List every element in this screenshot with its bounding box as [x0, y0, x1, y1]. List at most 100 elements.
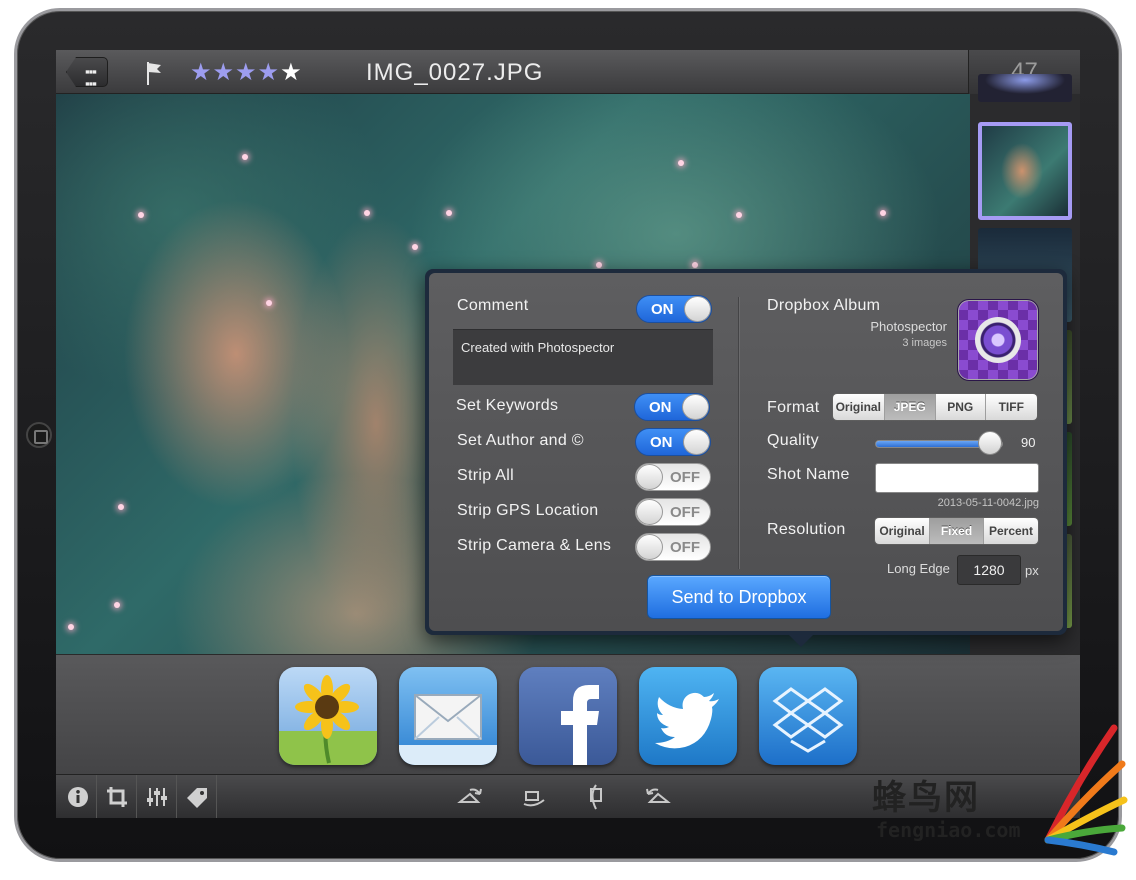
toolbar-separator	[136, 775, 137, 818]
popover-body: Comment ON Created with Photospector Set…	[429, 273, 1063, 631]
toggle-state: ON	[650, 434, 673, 451]
shot-name-label: Shot Name	[767, 466, 850, 483]
watermark-brand: 蜂鸟网	[872, 779, 980, 817]
rotate-right-icon[interactable]	[640, 781, 676, 813]
info-icon[interactable]	[60, 781, 96, 813]
format-option-tiff[interactable]: TIFF	[985, 394, 1037, 420]
toggle-state: ON	[651, 301, 674, 318]
toggle-knob	[636, 534, 663, 560]
shot-name-input[interactable]	[875, 463, 1039, 493]
quality-slider-fill	[876, 441, 992, 447]
flip-horizontal-icon[interactable]	[516, 781, 552, 813]
resolution-segmented-control[interactable]: Original Fixed Percent	[874, 517, 1039, 545]
quality-slider-knob[interactable]	[978, 431, 1003, 455]
comment-toggle[interactable]: ON	[636, 295, 712, 323]
strip-all-label: Strip All	[457, 467, 514, 484]
watermark-site: fengniao.com	[876, 818, 1021, 842]
toggle-knob	[684, 296, 711, 322]
toggle-knob	[636, 464, 663, 490]
popover-divider	[738, 297, 740, 569]
strip-camera-toggle[interactable]: OFF	[635, 533, 711, 561]
strip-camera-label: Strip Camera & Lens	[457, 537, 612, 554]
grid-view-button[interactable]: ▪▪▪▪▪▪▪▪▪	[66, 57, 108, 87]
strip-all-toggle[interactable]: OFF	[635, 463, 711, 491]
resolution-option-percent[interactable]: Percent	[984, 518, 1038, 544]
send-to-dropbox-button[interactable]: Send to Dropbox	[647, 575, 831, 619]
photo-star	[692, 262, 698, 268]
toggle-knob	[683, 429, 710, 455]
toolbar-separator	[96, 775, 97, 818]
thumbnail[interactable]	[978, 74, 1072, 102]
photo-star	[446, 210, 452, 216]
thumbnail-selected[interactable]	[978, 122, 1072, 220]
album-count: 3 images	[902, 337, 947, 349]
comment-label: Comment	[457, 297, 529, 314]
set-author-label: Set Author and ©	[457, 432, 584, 449]
photo-filename: IMG_0027.JPG	[366, 59, 544, 86]
photo-star	[736, 212, 742, 218]
toolbar-separator	[176, 775, 177, 818]
watermark-logo	[1044, 724, 1128, 856]
resolution-label: Resolution	[767, 521, 846, 538]
set-keywords-label: Set Keywords	[456, 397, 559, 414]
star-rating[interactable]: ★★★★★	[190, 58, 303, 87]
rating-empty-star[interactable]: ★	[280, 59, 303, 86]
tag-icon[interactable]	[179, 781, 215, 813]
photo-star	[138, 212, 144, 218]
format-option-png[interactable]: PNG	[936, 394, 986, 420]
toggle-state: OFF	[670, 539, 700, 556]
dropbox-icon[interactable]	[759, 667, 857, 765]
photo-star	[242, 154, 248, 160]
format-label: Format	[767, 399, 820, 416]
photo-star	[114, 602, 120, 608]
album-app-icon[interactable]	[957, 299, 1039, 381]
photos-icon[interactable]	[279, 667, 377, 765]
popover-arrow	[787, 633, 815, 647]
quality-value: 90	[1021, 435, 1036, 450]
quality-label: Quality	[767, 432, 819, 449]
dropbox-export-popover: Comment ON Created with Photospector Set…	[425, 269, 1067, 635]
resolution-option-original[interactable]: Original	[875, 518, 930, 544]
share-bar	[56, 654, 1080, 774]
shot-name-hint: 2013-05-11-0042.jpg	[937, 497, 1039, 509]
photo-star	[678, 160, 684, 166]
format-option-original[interactable]: Original	[833, 394, 885, 420]
long-edge-label: Long Edge	[887, 561, 950, 576]
home-button[interactable]	[26, 422, 52, 448]
flip-vertical-icon[interactable]	[578, 781, 614, 813]
toolbar-separator	[216, 775, 217, 818]
strip-gps-toggle[interactable]: OFF	[635, 498, 711, 526]
photo-star	[118, 504, 124, 510]
toggle-knob	[636, 499, 663, 525]
photo-star	[880, 210, 886, 216]
photo-star	[266, 300, 272, 306]
photo-star	[68, 624, 74, 630]
twitter-icon[interactable]	[639, 667, 737, 765]
lens-icon	[975, 317, 1021, 363]
toggle-state: ON	[649, 399, 672, 416]
facebook-icon[interactable]	[519, 667, 617, 765]
photo-star	[364, 210, 370, 216]
set-keywords-toggle[interactable]: ON	[634, 393, 710, 421]
photo-star	[596, 262, 602, 268]
long-edge-unit: px	[1025, 563, 1039, 578]
photo-star	[412, 244, 418, 250]
toggle-state: OFF	[670, 469, 700, 486]
format-segmented-control[interactable]: Original JPEG PNG TIFF	[832, 393, 1038, 421]
album-name: Photospector	[870, 319, 947, 334]
top-bar: ▪▪▪▪▪▪▪▪▪ ★★★★★ IMG_0027.JPG	[56, 50, 968, 94]
long-edge-input[interactable]: 1280	[957, 555, 1021, 585]
format-option-jpeg[interactable]: JPEG	[884, 394, 936, 420]
toggle-state: OFF	[670, 504, 700, 521]
set-author-toggle[interactable]: ON	[635, 428, 711, 456]
flag-icon[interactable]	[144, 60, 164, 86]
resolution-option-fixed[interactable]: Fixed	[930, 518, 984, 544]
mail-icon[interactable]	[399, 667, 497, 765]
toggle-knob	[682, 394, 709, 420]
rotate-left-icon[interactable]	[452, 781, 488, 813]
crop-icon[interactable]	[99, 781, 135, 813]
strip-gps-label: Strip GPS Location	[457, 502, 599, 519]
adjust-icon[interactable]	[139, 781, 175, 813]
rating-filled-stars[interactable]: ★★★★	[190, 59, 280, 86]
comment-text-field[interactable]: Created with Photospector	[453, 329, 713, 385]
